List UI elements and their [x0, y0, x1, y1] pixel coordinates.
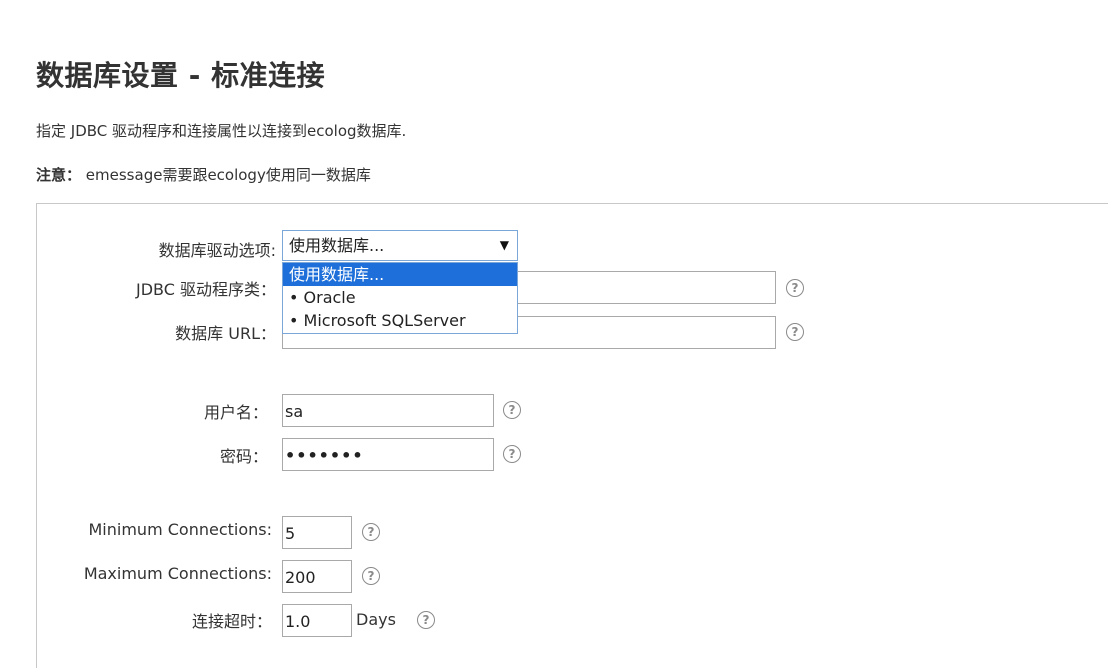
page-subtitle: 指定 JDBC 驱动程序和连接属性以连接到ecolog数据库. [36, 122, 407, 140]
chevron-down-icon: ▼ [499, 238, 509, 252]
help-icon[interactable]: ? [503, 401, 521, 419]
driver-option[interactable]: 使用数据库... [283, 263, 517, 286]
driver-select-value: 使用数据库... [289, 236, 385, 255]
help-icon[interactable]: ? [362, 567, 380, 585]
username-label: 用户名： [203, 403, 268, 422]
help-icon[interactable]: ? [362, 523, 380, 541]
database-settings-page: 数据库设置 - 标准连接 指定 JDBC 驱动程序和连接属性以连接到ecolog… [0, 0, 1108, 668]
help-icon[interactable]: ? [786, 323, 804, 341]
max-connections-input[interactable]: 200 [282, 560, 352, 593]
note-label: 注意： [36, 166, 82, 184]
page-title: 数据库设置 - 标准连接 [36, 59, 326, 92]
jdbc-driver-class-label: JDBC 驱动程序类： [136, 280, 276, 299]
min-connections-input[interactable]: 5 [282, 516, 352, 549]
help-icon[interactable]: ? [503, 445, 521, 463]
password-input[interactable]: ••••••• [282, 438, 494, 471]
driver-option[interactable]: • Oracle [283, 286, 517, 309]
timeout-unit: Days [356, 610, 396, 629]
note-text: emessage需要跟ecology使用同一数据库 [85, 166, 371, 184]
help-icon[interactable]: ? [417, 611, 435, 629]
note: 注意： emessage需要跟ecology使用同一数据库 [36, 164, 371, 185]
help-icon[interactable]: ? [786, 279, 804, 297]
driver-option[interactable]: • Microsoft SQLServer [283, 309, 517, 332]
db-url-label: 数据库 URL： [175, 324, 276, 343]
driver-dropdown-list[interactable]: 使用数据库... • Oracle • Microsoft SQLServer [282, 262, 518, 334]
password-label: 密码： [219, 447, 268, 466]
timeout-input[interactable]: 1.0 [282, 604, 352, 637]
username-input[interactable]: sa [282, 394, 494, 427]
driver-select-label: 数据库驱动选项: [158, 241, 276, 260]
min-connections-label: Minimum Connections: [88, 520, 273, 539]
max-connections-label: Maximum Connections: [83, 564, 272, 583]
driver-select[interactable]: 使用数据库... ▼ [282, 230, 518, 261]
timeout-label: 连接超时： [191, 612, 272, 631]
